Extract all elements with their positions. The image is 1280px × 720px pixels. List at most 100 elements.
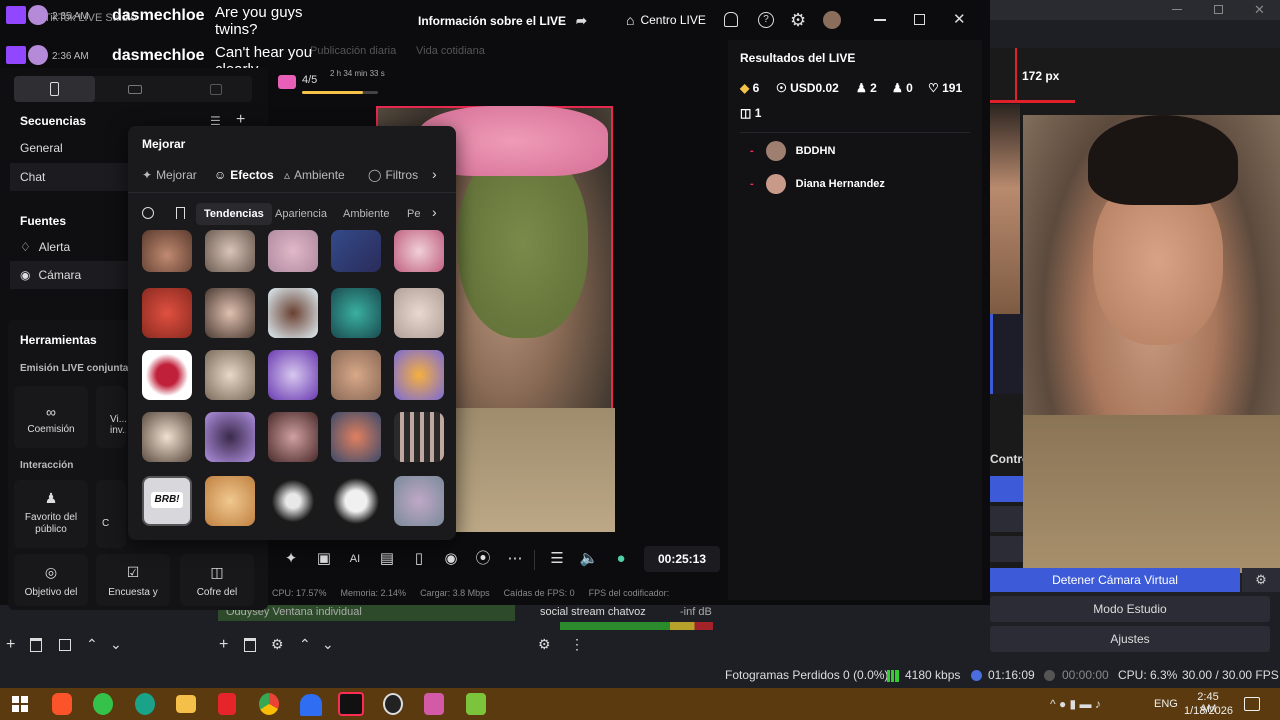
subtab-trending[interactable]: Tendencias [196,203,272,225]
user-row[interactable]: - Diana Hernandez [750,173,885,195]
stop-virtual-camera-button[interactable]: Detener Cámara Virtual [990,568,1240,592]
effect-tile[interactable] [268,230,318,272]
scenes-up-icon[interactable]: ⌃ [86,636,98,653]
effect-tile[interactable] [205,230,255,272]
subtabs-next-icon[interactable]: › [432,204,437,220]
sources-gear-icon[interactable]: ⚙ [271,636,284,653]
sources-up-icon[interactable]: ⌃ [299,636,311,653]
effect-tile[interactable] [394,350,444,400]
obs-restore-icon[interactable] [1214,5,1223,14]
profile-avatar[interactable] [823,11,841,29]
live-info-title[interactable]: Información sobre el LIVE ➦ [418,13,587,29]
bookmark-icon[interactable] [176,207,185,219]
effect-tile[interactable] [331,230,381,272]
pdf-icon[interactable] [218,693,236,715]
obs-settings-button[interactable]: Ajustes [990,626,1270,652]
c-partial-button[interactable]: C [96,480,126,548]
phone-icon[interactable]: ▯ [408,548,430,570]
effect-tile[interactable] [205,288,255,338]
obs-icon[interactable] [383,693,403,715]
chrome-icon[interactable] [259,693,279,715]
sources-down-icon[interactable]: ⌄ [322,636,334,653]
replay-icon[interactable]: ⦿ [472,548,494,570]
effect-tile[interactable] [394,230,444,272]
folder-icon[interactable] [176,695,196,713]
coemision-button[interactable]: ∞ Coemisión [14,386,88,448]
effect-tile[interactable] [205,476,255,526]
effect-tile[interactable] [268,412,318,462]
obs-camera-source-small[interactable] [990,104,1020,314]
effects-tab[interactable]: ☺ Efectos [214,168,274,182]
mixer-menu-icon[interactable]: ⋮ [570,636,584,653]
language-indicator[interactable]: ENG [1154,698,1178,710]
share-icon[interactable]: ➦ [576,13,587,29]
add-source-icon[interactable]: ▣ [313,548,335,570]
sources-delete-icon[interactable] [244,638,256,652]
source-camera[interactable]: ◉ Cámara [10,261,128,289]
effect-tile[interactable] [142,230,192,272]
treasure-button[interactable]: ◫ Cofre del [180,554,254,606]
app-lime-icon[interactable] [466,693,486,715]
tabs-next-icon[interactable]: › [432,166,437,182]
effect-tile[interactable] [394,288,444,338]
windows-start-icon[interactable] [12,696,28,712]
more-icon[interactable]: ⋯ [504,548,526,570]
effect-tile[interactable] [142,288,192,338]
portrait-layout-button[interactable] [14,76,95,102]
effect-tile[interactable] [394,476,444,526]
dual-layout-icon[interactable] [210,84,222,95]
obs-minimize-icon[interactable] [1172,9,1182,10]
notification-icon[interactable] [1244,697,1260,711]
effect-tile[interactable] [331,350,381,400]
obs-camera-source[interactable] [1023,115,1280,573]
effect-tile[interactable] [331,412,381,462]
scene-chat[interactable]: Chat [10,163,128,191]
subtab-ambient[interactable]: Ambiente [343,208,389,220]
brb-effect-tile[interactable]: BRB! [142,476,192,526]
goal-button[interactable]: ◎ Objetivo del [14,554,88,606]
tiktok-icon[interactable] [338,692,364,716]
scenes-delete-icon[interactable] [30,638,42,652]
obs-control-btn-3[interactable] [990,536,1023,562]
effect-tile[interactable] [268,288,318,338]
scenes-filter-icon[interactable] [59,639,71,651]
favorite-button[interactable]: ♟ Favorito del público [14,480,88,548]
screen-icon[interactable]: ▤ [376,548,398,570]
landscape-icon[interactable] [128,85,142,94]
close-icon[interactable]: ✕ [953,10,966,28]
obs-control-btn-2[interactable] [990,506,1023,532]
effect-tile[interactable] [205,412,255,462]
enhance-wand-icon[interactable]: ✦ [280,548,302,570]
app-green-icon[interactable] [93,693,113,715]
effect-tile[interactable] [268,476,318,526]
filters-tab[interactable]: ◯ Filtros [368,168,418,182]
record-icon[interactable]: ◉ [440,548,462,570]
mic-icon[interactable]: ● [610,548,632,570]
video-invite-button[interactable]: Vi... inv... [96,386,126,448]
scenes-add-icon[interactable]: + [6,636,15,654]
effect-tile[interactable] [331,288,381,338]
brave-icon[interactable] [52,693,72,715]
live-center-link[interactable]: ⌂ Centro LIVE [626,12,706,28]
sources-add-icon[interactable]: + [219,636,228,654]
subtab-more[interactable]: Pe [407,208,420,220]
volume-icon[interactable]: 🔈 [578,548,600,570]
settings-gear-icon[interactable]: ⚙ [790,10,806,31]
app-blue-icon[interactable] [300,694,322,716]
effect-tile[interactable] [142,412,192,462]
effect-tile[interactable] [394,412,444,462]
ambient-tab[interactable]: ▵ Ambiente [284,168,345,182]
user-row[interactable]: - BDDHN [750,140,835,162]
ai-icon[interactable]: AI [344,548,366,570]
app-teal-icon[interactable] [135,693,155,715]
subtab-appearance[interactable]: Apariencia [275,208,327,220]
effect-tile[interactable] [268,350,318,400]
virtual-camera-settings-icon[interactable]: ⚙ [1242,568,1280,592]
app-pink-icon[interactable] [424,693,444,715]
obs-control-btn-1[interactable] [990,476,1023,502]
mixer-gear-icon[interactable]: ⚙ [538,636,551,653]
effect-tile[interactable] [142,350,192,400]
obs-close-icon[interactable]: ✕ [1254,2,1265,18]
scenes-down-icon[interactable]: ⌄ [110,636,122,653]
enhance-tab[interactable]: ✦ Mejorar [142,168,197,182]
